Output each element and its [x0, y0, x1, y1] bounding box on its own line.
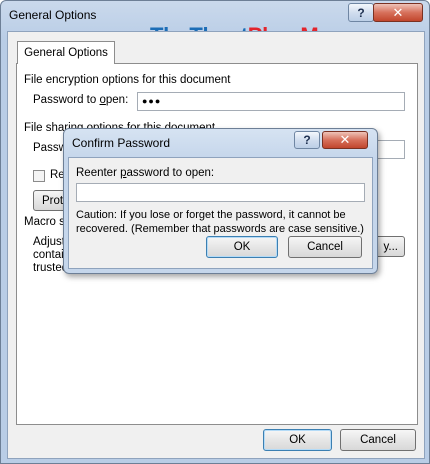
cancel-button[interactable]: Cancel [340, 429, 416, 451]
caution-line-1: Caution: If you lose or forget the passw… [76, 209, 346, 221]
password-open-label-post: pen: [105, 94, 129, 106]
reenter-label-post: assword to open: [126, 167, 215, 179]
macro-text-line-1: Adjust [33, 236, 65, 248]
confirm-cancel-button[interactable]: Cancel [288, 236, 362, 258]
read-only-checkbox[interactable] [33, 170, 45, 182]
confirm-client-area: Reenter password to open: Caution: If yo… [68, 157, 373, 269]
close-icon: ✕ [339, 132, 351, 147]
encryption-heading: File encryption options for this documen… [24, 74, 231, 86]
password-to-open-input[interactable]: ●●● [137, 92, 405, 111]
password-to-open-label: Password to open: [33, 94, 128, 106]
macro-text-line-2: contai [33, 249, 64, 261]
confirm-ok-button[interactable]: OK [206, 236, 278, 258]
reenter-password-input[interactable] [76, 183, 365, 202]
password-to-modify-label: Passw [33, 142, 67, 154]
caution-line-2: recovered. (Remember that passwords are … [76, 223, 364, 235]
reenter-label-pre: Reenter [76, 167, 121, 179]
password-open-label-pre: Password to [33, 94, 100, 106]
ok-button[interactable]: OK [263, 429, 332, 451]
help-icon: ? [303, 133, 311, 147]
reenter-password-label: Reenter password to open: [76, 167, 214, 179]
tab-general-options[interactable]: General Options [17, 41, 115, 64]
help-button[interactable]: ? [348, 3, 374, 22]
confirm-dialog-title: Confirm Password [72, 136, 171, 150]
confirm-close-button[interactable]: ✕ [322, 131, 368, 149]
close-button[interactable]: ✕ [373, 3, 423, 22]
close-icon: ✕ [392, 4, 404, 20]
confirm-password-dialog: Confirm Password ? ✕ Reenter password to… [63, 128, 378, 274]
confirm-help-button[interactable]: ? [294, 131, 320, 149]
window-title: General Options [9, 8, 97, 22]
help-icon: ? [357, 5, 365, 20]
